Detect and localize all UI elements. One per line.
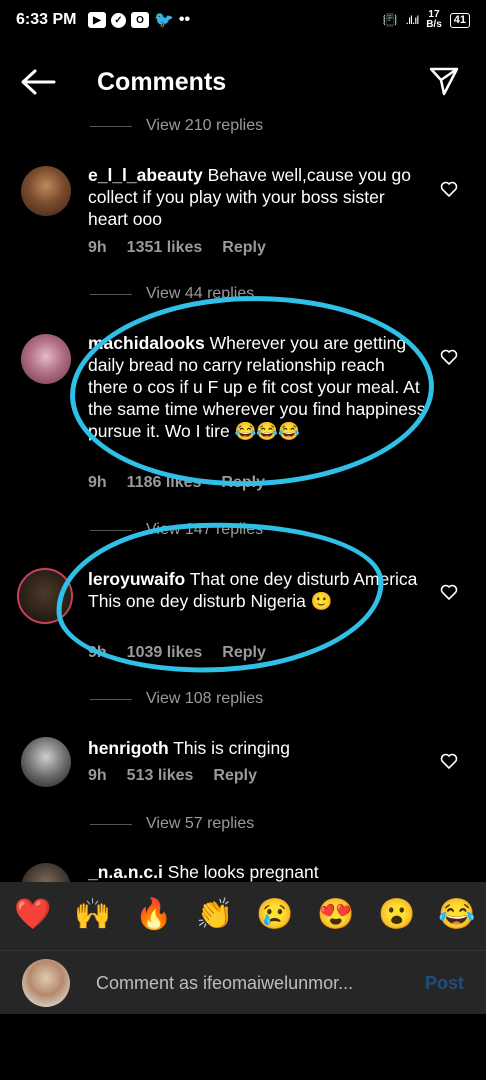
status-right: 📳 .ıl.ıl 17 B/s 41: [383, 10, 470, 30]
heart-icon[interactable]: [440, 753, 458, 769]
heart-eyes-reaction-button[interactable]: 😍: [317, 898, 354, 932]
clap-reaction-button[interactable]: 👏: [196, 898, 233, 932]
avatar[interactable]: [21, 166, 71, 216]
more-notifications-icon: ••: [178, 11, 191, 28]
reply-button[interactable]: Reply: [222, 644, 266, 662]
comment-likes[interactable]: 1186 likes: [127, 474, 202, 492]
reply-button[interactable]: Reply: [213, 767, 257, 785]
view-replies-label: View 108 replies: [146, 690, 264, 707]
view-replies-label: View 210 replies: [146, 117, 264, 134]
heart-icon[interactable]: [440, 584, 458, 600]
net-speed-unit: B/s: [426, 19, 442, 30]
comment-meta: 9h 1351 likes Reply: [88, 239, 266, 257]
status-time: 6:33 PM: [16, 11, 77, 28]
view-replies-link[interactable]: View 57 replies: [90, 815, 254, 833]
laughing-reaction-button[interactable]: 😂: [438, 898, 475, 932]
avatar: [22, 959, 70, 1007]
comment-time: 9h: [88, 239, 107, 256]
comment-body: She looks pregnant: [167, 862, 319, 882]
comment-username[interactable]: machidalooks: [88, 333, 205, 353]
fire-reaction-button[interactable]: 🔥: [135, 898, 172, 932]
comment-username[interactable]: _n.a.n.c.i: [88, 862, 163, 882]
shield-icon: ✓: [111, 12, 126, 28]
crying-reaction-button[interactable]: 😢: [256, 898, 293, 932]
signal-icon: .ıl.ıl: [405, 13, 420, 27]
view-replies-link[interactable]: View 108 replies: [90, 690, 263, 708]
avatar[interactable]: [17, 568, 73, 624]
net-speed: 17 B/s: [426, 10, 442, 30]
comment-time: 9h: [88, 767, 107, 784]
comment-time: 9h: [88, 644, 107, 661]
comment-text: e_l_l_abeauty Behave well,cause you go c…: [88, 164, 426, 230]
comment-text: leroyuwaifo That one dey disturb America…: [88, 568, 426, 612]
view-replies-label: View 57 replies: [146, 815, 255, 832]
view-replies-link[interactable]: View 147 replies: [90, 521, 263, 539]
comment-likes[interactable]: 1351 likes: [127, 239, 203, 257]
divider-line: [90, 823, 132, 825]
back-arrow-icon[interactable]: [20, 68, 56, 96]
post-button[interactable]: Post: [425, 973, 464, 994]
view-replies-label: View 44 replies: [146, 285, 255, 302]
reaction-bar: ❤️ 🙌 🔥 👏 😢 😍 😮 😂: [0, 882, 486, 950]
comment-username[interactable]: henrigoth: [88, 738, 169, 758]
status-bar: 6:33 PM ▶ ✓ O 🐦 •• 📳 .ıl.ıl 17 B/s 41: [0, 0, 486, 44]
comment-username[interactable]: leroyuwaifo: [88, 569, 185, 589]
page-title: Comments: [97, 68, 227, 96]
reply-button[interactable]: Reply: [221, 474, 265, 492]
divider-line: [90, 125, 132, 127]
divider-line: [90, 293, 132, 295]
comment-username[interactable]: e_l_l_abeauty: [88, 165, 203, 185]
header: Comments: [0, 56, 486, 110]
divider-line: [90, 698, 132, 700]
view-replies-label: View 147 replies: [146, 521, 264, 538]
heart-reaction-button[interactable]: ❤️: [14, 898, 51, 932]
comment-text: _n.a.n.c.i She looks pregnant: [88, 861, 426, 883]
comment-meta: 9h 513 likes Reply: [88, 767, 257, 785]
comment-meta: 9h 1039 likes Reply: [88, 644, 266, 662]
notification-icons: ▶ ✓ O 🐦 ••: [88, 11, 191, 29]
comment-text: henrigoth This is cringing: [88, 737, 426, 759]
comment-text: machidalooks Wherever you are getting da…: [88, 332, 426, 442]
comment-meta: 9h 1186 likes Reply: [88, 474, 265, 492]
surprised-reaction-button[interactable]: 😮: [378, 898, 415, 932]
heart-icon[interactable]: [440, 181, 458, 197]
battery-icon: 41: [449, 12, 470, 28]
comment-composer: Comment as ifeomaiwelunmor... Post: [0, 950, 486, 1014]
comment-likes[interactable]: 513 likes: [127, 767, 194, 785]
avatar[interactable]: [21, 334, 71, 384]
vibrate-icon: 📳: [382, 13, 398, 27]
twitter-icon: 🐦: [154, 12, 174, 29]
raised-hands-reaction-button[interactable]: 🙌: [74, 898, 111, 932]
view-replies-link[interactable]: View 44 replies: [90, 285, 254, 303]
youtube-icon: ▶: [88, 12, 106, 28]
avatar[interactable]: [21, 737, 71, 787]
heart-icon[interactable]: [440, 349, 458, 365]
comment-time: 9h: [88, 474, 107, 491]
comment-likes[interactable]: 1039 likes: [127, 644, 203, 662]
reply-button[interactable]: Reply: [222, 239, 266, 257]
comment-body: This is cringing: [173, 738, 290, 758]
view-replies-link[interactable]: View 210 replies: [90, 117, 263, 135]
divider-line: [90, 529, 132, 531]
office-icon: O: [131, 12, 149, 28]
send-icon[interactable]: [428, 66, 460, 96]
comment-input[interactable]: Comment as ifeomaiwelunmor...: [96, 973, 353, 994]
